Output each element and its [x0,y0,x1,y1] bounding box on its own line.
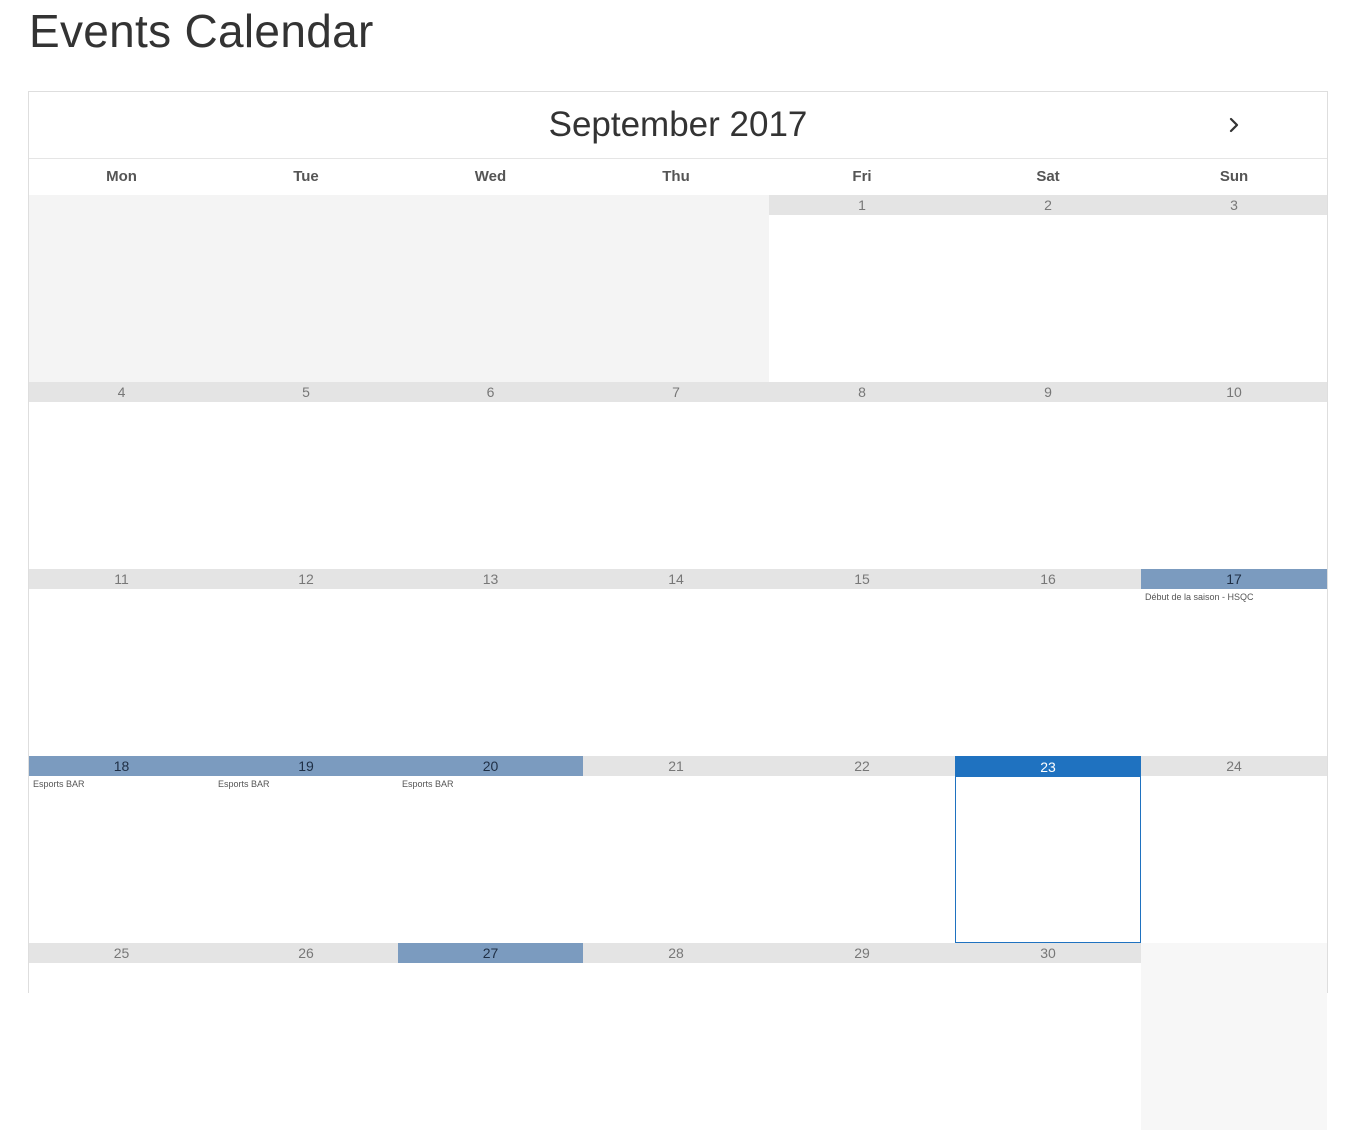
calendar-header: September 2017 [29,92,1327,159]
day-number: 6 [398,382,583,402]
day-number: 14 [583,569,769,589]
day-cell[interactable]: 1 [769,195,955,382]
day-cell[interactable]: 18 Esports BAR [29,756,214,943]
empty-day-cell [583,195,769,382]
day-cell[interactable]: 17 Début de la saison - HSQC [1141,569,1327,756]
day-cell[interactable]: 5 [214,382,398,569]
page-title: Events Calendar [29,5,374,57]
event-link[interactable]: Esports BAR [402,779,454,789]
day-number: 3 [1141,195,1327,215]
day-cell[interactable]: 12 [214,569,398,756]
weekday-thu: Thu [662,168,690,185]
weekday-tue: Tue [293,168,319,185]
chevron-right-icon [1229,117,1239,133]
day-number: 16 [955,569,1141,589]
day-number: 30 [955,943,1141,963]
day-number: 1 [769,195,955,215]
day-cell[interactable]: 30 [955,943,1141,1130]
event-link[interactable]: Début de la saison - HSQC [1145,592,1254,602]
day-cell[interactable]: 24 [1141,756,1327,943]
day-number: 13 [398,569,583,589]
day-cell[interactable]: 27 [398,943,583,1130]
day-cell[interactable]: 19 Esports BAR [214,756,398,943]
empty-day-cell [29,195,214,382]
day-cell[interactable]: 3 [1141,195,1327,382]
day-number: 18 [29,756,214,776]
day-number: 11 [29,569,214,589]
weekday-sun: Sun [1219,168,1249,185]
day-number: 17 [1141,569,1327,589]
event-link[interactable]: Esports BAR [218,779,270,789]
day-cell[interactable]: 11 [29,569,214,756]
day-cell[interactable]: 29 [769,943,955,1130]
day-cell[interactable]: 22 [769,756,955,943]
day-cell[interactable]: 2 [955,195,1141,382]
day-number: 25 [29,943,214,963]
day-cell[interactable]: 21 [583,756,769,943]
empty-day-cell [398,195,583,382]
day-number: 19 [214,756,398,776]
day-number: 7 [583,382,769,402]
event-link[interactable]: Esports BAR [33,779,85,789]
day-cell[interactable]: 10 [1141,382,1327,569]
day-number: 15 [769,569,955,589]
weekday-wed: Wed [474,168,507,185]
weekday-fri: Fri [852,168,872,185]
day-cell[interactable]: 26 [214,943,398,1130]
day-number: 4 [29,382,214,402]
day-number: 20 [398,756,583,776]
day-cell[interactable]: 4 [29,382,214,569]
day-cell[interactable]: 28 [583,943,769,1130]
day-number: 24 [1141,756,1327,776]
day-cell[interactable]: 6 [398,382,583,569]
weekday-mon: Mon [106,168,137,185]
empty-day-cell [214,195,398,382]
empty-day-cell [1141,943,1327,1130]
day-cell[interactable]: 16 [955,569,1141,756]
day-cell[interactable]: 20 Esports BAR [398,756,583,943]
day-cell[interactable]: 9 [955,382,1141,569]
day-number: 28 [583,943,769,963]
day-cell[interactable]: 13 [398,569,583,756]
day-cell[interactable]: 7 [583,382,769,569]
day-number: 8 [769,382,955,402]
day-number: 23 [956,757,1140,777]
weekday-sat: Sat [1036,168,1060,185]
day-cell[interactable]: 14 [583,569,769,756]
day-cell[interactable]: 8 [769,382,955,569]
day-number: 29 [769,943,955,963]
day-cell[interactable]: 25 [29,943,214,1130]
day-number: 5 [214,382,398,402]
day-number: 27 [398,943,583,963]
day-cell[interactable]: 15 [769,569,955,756]
day-number: 9 [955,382,1141,402]
day-number: 21 [583,756,769,776]
day-cell-today[interactable]: 23 [955,756,1141,943]
next-month-button[interactable] [1219,110,1249,140]
day-number: 22 [769,756,955,776]
day-number: 12 [214,569,398,589]
day-number: 2 [955,195,1141,215]
month-title: September 2017 [548,105,808,144]
day-number: 10 [1141,382,1327,402]
events-calendar: September 2017 Mon Tue Wed Thu Fri Sat S… [28,91,1328,1130]
day-number: 26 [214,943,398,963]
weekday-header-row: Mon Tue Wed Thu Fri Sat Sun [29,159,1327,196]
